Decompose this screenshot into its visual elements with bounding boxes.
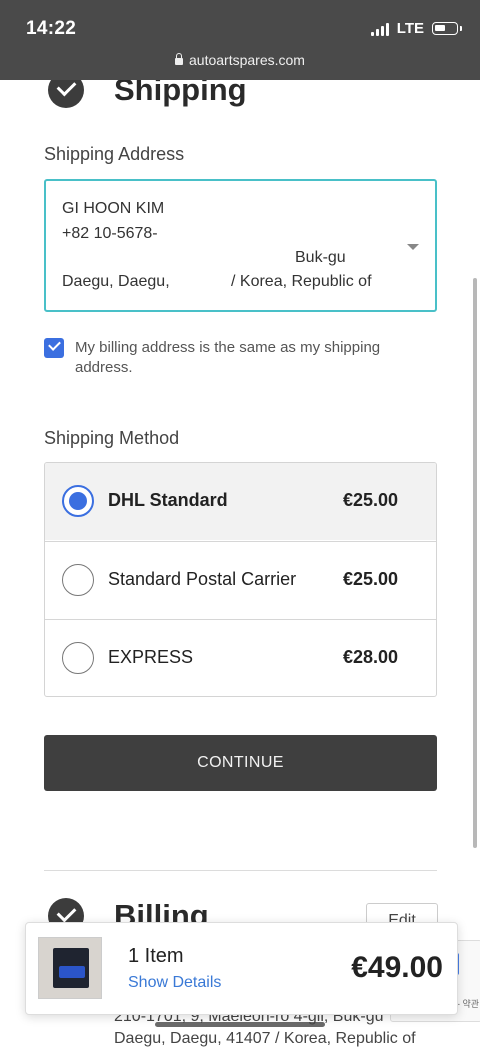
battery-icon [432,22,458,35]
section-divider [44,870,437,871]
shipping-option-price: €28.00 [342,647,398,667]
radio-icon[interactable] [62,642,94,674]
address-phone: +82 10-5678- [62,225,158,242]
url-bar[interactable]: autoartspares.com [0,52,480,68]
radio-icon[interactable] [62,564,94,596]
recaptcha-terms-link[interactable]: - 약관 [457,997,479,1010]
continue-button[interactable]: CONTINUE [44,735,437,791]
shipping-option-dhl[interactable]: DHL Standard €25.00 [45,463,436,540]
shipping-option-price: €25.00 [342,490,398,510]
billing-address-line-2: Daegu, Daegu, 41407 / Korea, Republic of [114,1030,416,1047]
address-name: GI HOON KIM [62,200,165,217]
shipping-option-express[interactable]: EXPRESS €28.00 [45,619,436,696]
url-text: autoartspares.com [189,52,305,68]
lock-icon [175,53,184,65]
signal-icon [370,22,389,36]
cart-summary-bar[interactable]: 1 Item Show Details €49.00 [25,922,458,1015]
status-indicators: LTE [370,20,462,37]
shipping-address-select[interactable]: GI HOON KIM +82 10-5678- Buk-gu Daegu, D… [44,179,437,312]
shipping-option-price: €25.00 [342,569,398,589]
address-country: / Korea, Republic of [231,273,372,290]
shipping-option-name: Standard Postal Carrier [108,569,297,589]
network-label: LTE [396,20,424,37]
address-city: Daegu, Daegu, [62,273,170,290]
chevron-down-icon [407,244,419,250]
shipping-option-name: DHL Standard [108,490,228,510]
cart-item-count: 1 Item [128,945,184,967]
billing-same-label[interactable]: My billing address is the same as my shi… [75,338,415,378]
product-thumbnail [38,937,102,999]
home-indicator [155,1022,325,1027]
status-bar: 14:22 LTE autoartspares.com [0,0,480,80]
shipping-option-name: EXPRESS [108,647,194,667]
status-time: 14:22 [26,18,77,39]
address-district: Buk-gu [295,249,346,266]
billing-same-checkbox[interactable] [44,338,64,358]
shipping-method-list: DHL Standard €25.00 Standard Postal Carr… [44,462,437,697]
shipping-option-postal[interactable]: Standard Postal Carrier €25.00 [45,541,436,618]
shipping-address-label: Shipping Address [44,144,185,164]
shipping-method-label: Shipping Method [44,428,180,448]
show-details-link[interactable]: Show Details [128,974,221,992]
radio-selected-icon[interactable] [62,485,94,517]
cart-total: €49.00 [351,951,443,984]
page-scrollbar[interactable] [473,278,477,848]
